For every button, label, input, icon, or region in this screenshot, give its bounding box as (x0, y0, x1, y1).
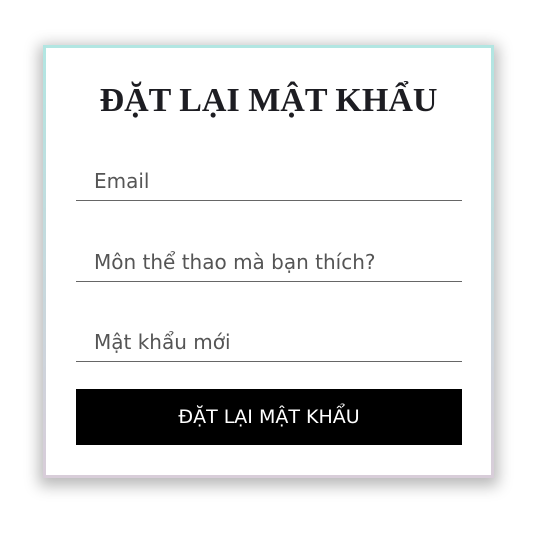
reset-password-button[interactable]: ĐẶT LẠI MẬT KHẨU (76, 389, 462, 445)
email-input[interactable] (76, 161, 462, 201)
page-title: ĐẶT LẠI MẬT KHẨU (99, 82, 438, 119)
new-password-input[interactable] (76, 322, 462, 362)
reset-password-card: ĐẶT LẠI MẬT KHẨU ĐẶT LẠI MẬT KHẨU (43, 45, 494, 478)
security-question-input[interactable] (76, 242, 462, 282)
